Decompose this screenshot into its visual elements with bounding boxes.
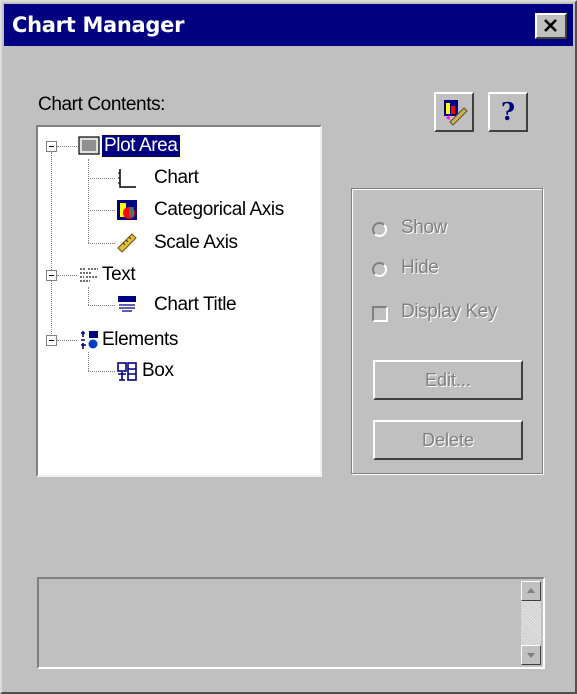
chart-axes-icon — [118, 169, 136, 188]
text-label: Text — [102, 264, 136, 285]
edit-button[interactable]: Edit... — [373, 360, 523, 400]
scroll-down-arrow-icon — [527, 653, 535, 658]
display-key-check[interactable] — [372, 306, 388, 322]
hide-radio-button[interactable] — [372, 262, 387, 277]
vertical-scrollbar[interactable] — [521, 581, 541, 665]
categorical-axis-label: Categorical Axis — [154, 199, 284, 220]
chart-contents-label: Chart Contents: — [38, 94, 166, 115]
chart-label: Chart — [154, 167, 199, 188]
chart-title-label: Chart Title — [154, 294, 237, 315]
plot-area-icon — [78, 136, 100, 155]
chart-wizard-icon — [444, 100, 468, 126]
show-label: Show — [401, 217, 447, 238]
chart-title-icon — [118, 296, 136, 312]
plot-area-label: Plot Area — [101, 134, 181, 158]
categorical-axis-icon — [117, 200, 137, 220]
collapse-icon[interactable] — [46, 270, 57, 281]
collapse-icon[interactable] — [46, 141, 57, 152]
box-label: Box — [142, 360, 174, 381]
description-box[interactable] — [37, 577, 545, 669]
hide-label: Hide — [401, 257, 439, 278]
scroll-up-arrow-icon — [527, 588, 535, 593]
window-title: Chart Manager — [12, 13, 185, 37]
box-icon — [117, 362, 137, 381]
help-icon: ? — [500, 97, 516, 126]
scroll-up-button[interactable] — [521, 581, 541, 601]
chart-contents-tree[interactable]: Plot Area Chart Categorical Axis Scale A… — [36, 125, 322, 477]
ruler-icon — [117, 233, 137, 253]
collapse-icon[interactable] — [46, 335, 57, 346]
title-bar[interactable]: Chart Manager — [4, 4, 573, 46]
elements-label: Elements — [102, 329, 179, 350]
close-icon — [544, 19, 557, 32]
close-button[interactable] — [535, 13, 567, 39]
elements-icon — [81, 331, 98, 349]
show-radio-button[interactable] — [372, 222, 387, 237]
chart-manager-window: Chart Manager ? Chart Contents: Plot Are… — [0, 0, 577, 694]
display-key-label: Display Key — [401, 301, 497, 322]
scroll-down-button[interactable] — [521, 645, 541, 665]
help-button[interactable]: ? — [488, 92, 528, 132]
scale-axis-label: Scale Axis — [154, 232, 238, 253]
chart-wizard-button[interactable] — [434, 92, 474, 132]
delete-button[interactable]: Delete — [373, 420, 523, 460]
text-lines-icon — [80, 268, 98, 282]
